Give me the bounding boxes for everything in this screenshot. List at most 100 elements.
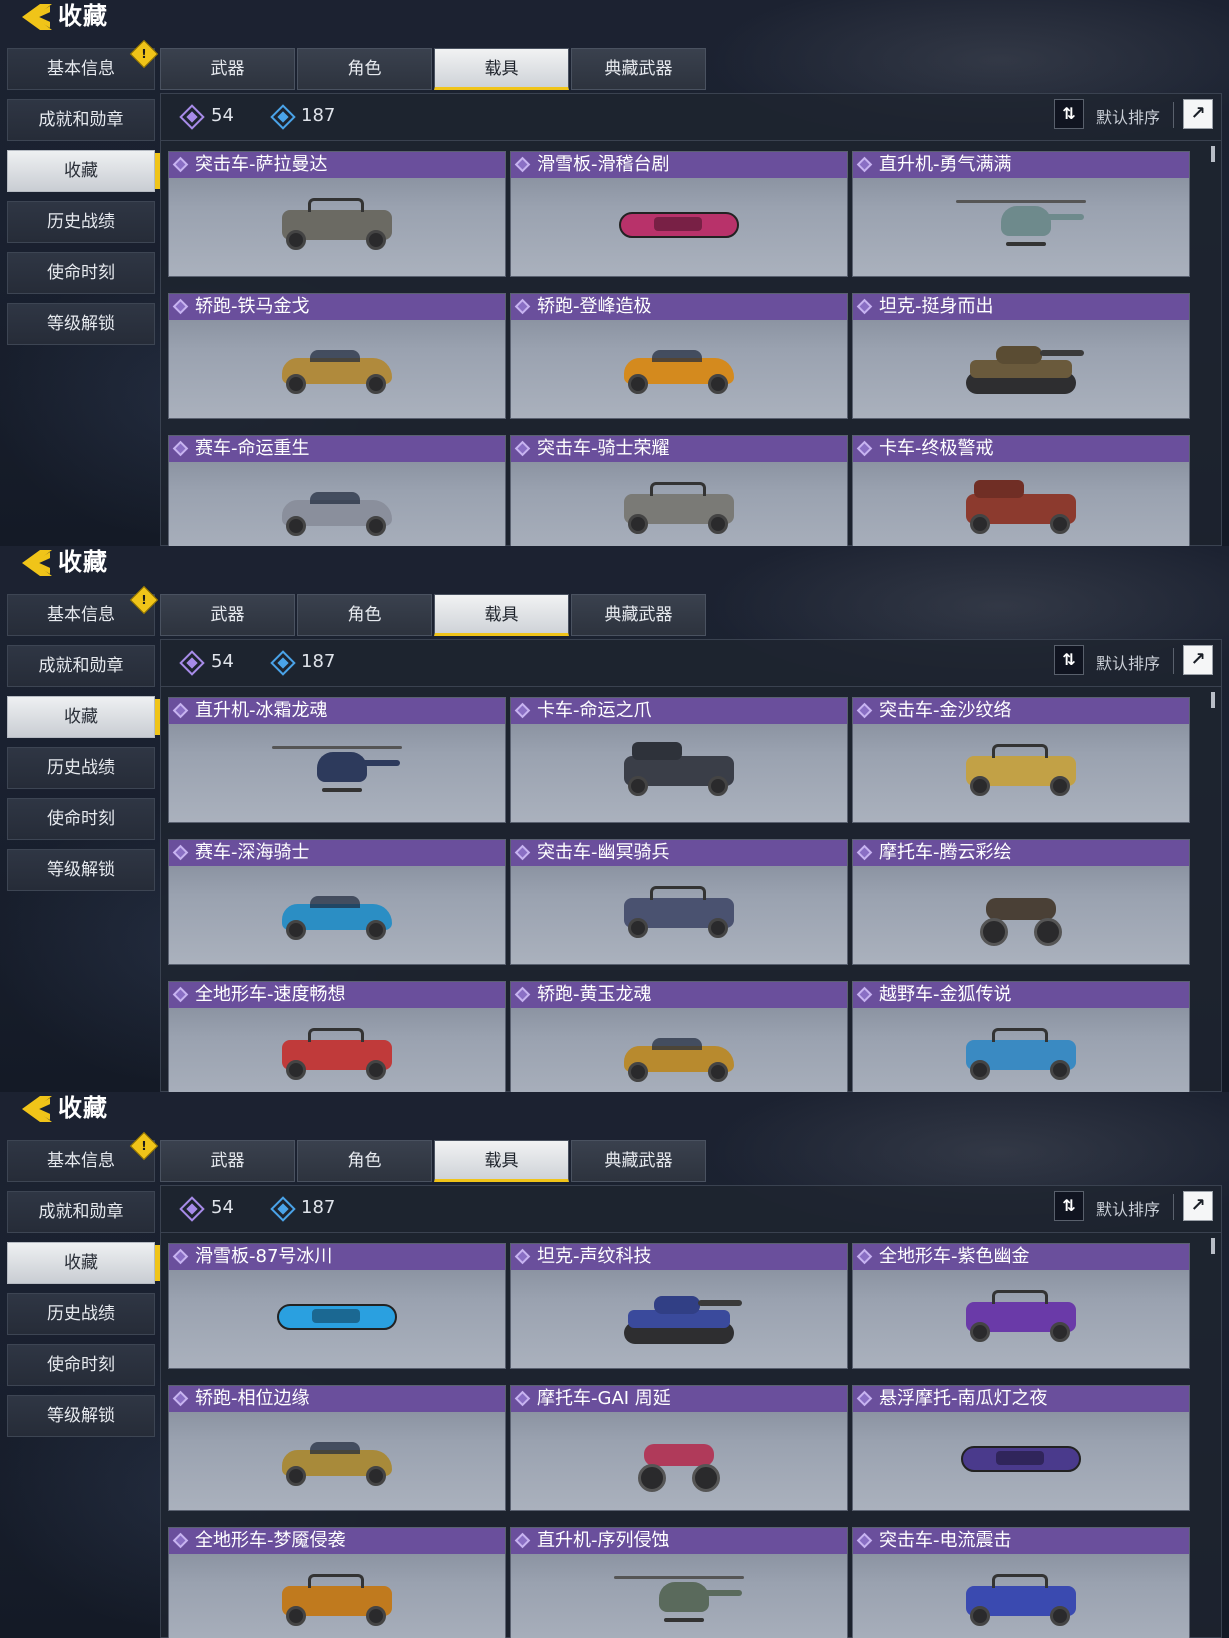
vehicle-card[interactable]: 突击车-幽冥骑兵 <box>510 839 848 965</box>
diamond-gem-icon <box>856 986 873 1003</box>
category-tab[interactable]: 武器 <box>160 1140 295 1182</box>
share-icon[interactable]: ↗ <box>1183 1191 1213 1221</box>
vehicle-name: 坦克-挺身而出 <box>853 294 1189 320</box>
vehicle-card[interactable]: 悬浮摩托-南瓜灯之夜 <box>852 1385 1190 1511</box>
purple-gem-icon <box>179 1196 205 1222</box>
vehicle-thumbnail <box>614 1278 744 1362</box>
diamond-gem-icon <box>514 1390 531 1407</box>
vehicle-card[interactable]: 突击车-电流震击 <box>852 1527 1190 1638</box>
diamond-gem-icon <box>856 1532 873 1549</box>
sidebar-item[interactable]: 等级解锁 <box>7 1395 155 1437</box>
sort-label[interactable]: 默认排序 <box>1096 1196 1160 1220</box>
vehicle-name: 突击车-骑士荣耀 <box>511 436 847 462</box>
sidebar-item[interactable]: 使命时刻 <box>7 1344 155 1386</box>
vehicle-card[interactable]: 突击车-金沙纹络 <box>852 697 1190 823</box>
vehicle-thumbnail <box>614 328 744 412</box>
sidebar-item[interactable]: 成就和勋章 <box>7 1191 155 1233</box>
sidebar-item[interactable]: 成就和勋章 <box>7 645 155 687</box>
sort-arrows-icon[interactable]: ⇅ <box>1054 1191 1084 1221</box>
vehicle-card[interactable]: 摩托车-GAI 周延 <box>510 1385 848 1511</box>
vehicle-card[interactable]: 直升机-勇气满满 <box>852 151 1190 277</box>
collection-screen: 收藏! 基本信息 成就和勋章 收藏 历史战绩 使命时刻 等级解锁 武器 角色 载具 典藏武器 54 18… <box>0 546 1229 1092</box>
vehicle-card[interactable]: 赛车-命运重生 <box>168 435 506 546</box>
category-tab[interactable]: 载具 <box>434 1140 569 1182</box>
sidebar-item[interactable]: 等级解锁 <box>7 303 155 345</box>
category-tab[interactable]: 角色 <box>297 1140 432 1182</box>
vehicle-card[interactable]: 滑雪板-滑稽台剧 <box>510 151 848 277</box>
category-tab[interactable]: 载具 <box>434 594 569 636</box>
sidebar-item[interactable]: 收藏 <box>7 1242 160 1284</box>
category-tab[interactable]: 典藏武器 <box>571 48 706 90</box>
vehicle-card[interactable]: 滑雪板-87号冰川 <box>168 1243 506 1369</box>
vehicle-card[interactable]: 轿跑-登峰造极 <box>510 293 848 419</box>
vehicle-card[interactable]: 轿跑-相位边缘 <box>168 1385 506 1511</box>
vehicle-name: 越野车-金狐传说 <box>853 982 1189 1008</box>
collection-content: 54 187 ⇅ 默认排序 ↗ 滑雪板-87号冰川 坦克-声纹科技 全地形车-紫色幽金 轿跑-相… <box>160 1185 1222 1638</box>
vehicle-card[interactable]: 直升机-冰霜龙魂 <box>168 697 506 823</box>
sort-arrows-icon[interactable]: ⇅ <box>1054 99 1084 129</box>
vehicle-card[interactable]: 摩托车-腾云彩绘 <box>852 839 1190 965</box>
sidebar-item[interactable]: 等级解锁 <box>7 849 155 891</box>
vehicle-card[interactable]: 卡车-命运之爪 <box>510 697 848 823</box>
vehicle-card[interactable]: 轿跑-黄玉龙魂 <box>510 981 848 1092</box>
vehicle-card[interactable]: 全地形车-速度畅想 <box>168 981 506 1092</box>
category-tab[interactable]: 典藏武器 <box>571 594 706 636</box>
vehicle-card[interactable]: 越野车-金狐传说 <box>852 981 1190 1092</box>
sidebar-item[interactable]: 历史战绩 <box>7 1293 155 1335</box>
scrollbar[interactable] <box>1211 1238 1215 1254</box>
category-tab[interactable]: 典藏武器 <box>571 1140 706 1182</box>
sidebar-item[interactable]: 历史战绩 <box>7 747 155 789</box>
blue-gem-icon <box>270 1196 296 1222</box>
sort-label[interactable]: 默认排序 <box>1096 104 1160 128</box>
vehicle-name: 直升机-勇气满满 <box>853 152 1189 178</box>
category-tab[interactable]: 武器 <box>160 594 295 636</box>
sidebar-item[interactable]: 收藏 <box>7 696 160 738</box>
sidebar-item[interactable]: ! 基本信息 <box>7 39 159 90</box>
vehicle-name: 突击车-电流震击 <box>853 1528 1189 1554</box>
scrollbar[interactable] <box>1211 692 1215 708</box>
vehicle-card[interactable]: 轿跑-铁马金戈 <box>168 293 506 419</box>
sidebar-item[interactable]: ! 基本信息 <box>7 1131 159 1182</box>
share-icon[interactable]: ↗ <box>1183 99 1213 129</box>
sidebar-item[interactable]: 历史战绩 <box>7 201 155 243</box>
vehicle-card[interactable]: 坦克-声纹科技 <box>510 1243 848 1369</box>
category-tab[interactable]: 载具 <box>434 48 569 90</box>
diamond-gem-icon <box>514 298 531 315</box>
diamond-gem-icon <box>172 1248 189 1265</box>
divider <box>1173 1194 1174 1220</box>
category-tab[interactable]: 角色 <box>297 48 432 90</box>
diamond-gem-icon <box>172 986 189 1003</box>
vehicle-card[interactable]: 突击车-骑士荣耀 <box>510 435 848 546</box>
category-tab[interactable]: 角色 <box>297 594 432 636</box>
vehicle-card[interactable]: 全地形车-紫色幽金 <box>852 1243 1190 1369</box>
vehicle-thumbnail <box>272 186 402 270</box>
vehicle-name: 卡车-终极警戒 <box>853 436 1189 462</box>
sort-arrows-icon[interactable]: ⇅ <box>1054 645 1084 675</box>
share-icon[interactable]: ↗ <box>1183 645 1213 675</box>
diamond-gem-icon <box>856 298 873 315</box>
vehicle-name: 突击车-幽冥骑兵 <box>511 840 847 866</box>
sidebar-item[interactable]: 使命时刻 <box>7 252 155 294</box>
vehicle-name: 赛车-深海骑士 <box>169 840 505 866</box>
vehicle-thumbnail <box>272 1562 402 1638</box>
sidebar-item[interactable]: 使命时刻 <box>7 798 155 840</box>
vehicle-name: 摩托车-GAI 周延 <box>511 1386 847 1412</box>
top-bar: 收藏 <box>0 0 600 36</box>
sidebar-item[interactable]: ! 基本信息 <box>7 585 159 636</box>
vehicle-card[interactable]: 坦克-挺身而出 <box>852 293 1190 419</box>
sidebar-item[interactable]: 成就和勋章 <box>7 99 155 141</box>
diamond-gem-icon <box>514 156 531 173</box>
vehicle-card[interactable]: 直升机-序列侵蚀 <box>510 1527 848 1638</box>
vehicle-thumbnail <box>956 1562 1086 1638</box>
scrollbar[interactable] <box>1211 146 1215 162</box>
vehicle-card[interactable]: 全地形车-梦魇侵袭 <box>168 1527 506 1638</box>
vehicle-card[interactable]: 赛车-深海骑士 <box>168 839 506 965</box>
vehicle-card[interactable]: 卡车-终极警戒 <box>852 435 1190 546</box>
vehicle-thumbnail <box>272 470 402 546</box>
sidebar-item[interactable]: 收藏 <box>7 150 160 192</box>
vehicle-thumbnail <box>614 1016 744 1092</box>
sort-label[interactable]: 默认排序 <box>1096 650 1160 674</box>
vehicle-card[interactable]: 突击车-萨拉曼达 <box>168 151 506 277</box>
category-tab[interactable]: 武器 <box>160 48 295 90</box>
purple-gem-icon <box>179 650 205 676</box>
